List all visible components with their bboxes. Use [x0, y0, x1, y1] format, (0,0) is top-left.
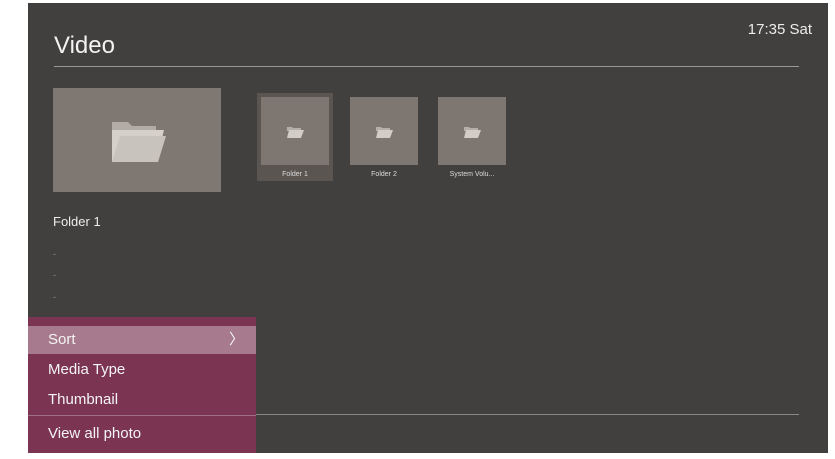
menu-item-view-all-photo[interactable]: View all photo	[28, 420, 256, 448]
folder-icon	[287, 127, 304, 138]
selected-item-name: Folder 1	[53, 214, 101, 229]
folder-thumbnail[interactable]	[261, 97, 329, 165]
bottom-divider	[256, 414, 799, 415]
preview-panel	[53, 88, 221, 192]
title-divider	[54, 66, 799, 67]
options-menu: Sort 〉 Media Type Thumbnail View all pho…	[28, 317, 256, 453]
media-browser-screen: Video 17:35 Sat Folder 1 Folder 2 System…	[28, 3, 828, 453]
detail-line: -	[53, 249, 56, 259]
folder-thumbnail[interactable]	[438, 97, 506, 165]
menu-item-label: Thumbnail	[48, 391, 119, 408]
detail-line: -	[53, 270, 56, 280]
thumbnail-label: Folder 1	[282, 171, 308, 178]
menu-item-sort[interactable]: Sort 〉	[28, 326, 256, 354]
menu-item-label: View all photo	[48, 425, 142, 442]
folder-icon	[464, 127, 481, 138]
menu-item-label: Media Type	[48, 361, 126, 378]
menu-item-thumbnail[interactable]: Thumbnail	[28, 386, 256, 414]
folder-icon	[376, 127, 393, 138]
page-title: Video	[54, 32, 115, 59]
folder-thumbnail[interactable]	[350, 97, 418, 165]
chevron-right-icon: 〉	[228, 331, 244, 348]
menu-item-media-type[interactable]: Media Type	[28, 356, 256, 384]
folder-icon	[112, 122, 166, 162]
menu-item-label: Sort	[48, 331, 76, 348]
detail-line: -	[53, 292, 56, 302]
menu-divider	[28, 415, 256, 416]
clock: 17:35 Sat	[747, 21, 812, 38]
thumbnail-label: System Volu...	[449, 171, 495, 178]
thumbnail-label: Folder 2	[371, 171, 397, 178]
